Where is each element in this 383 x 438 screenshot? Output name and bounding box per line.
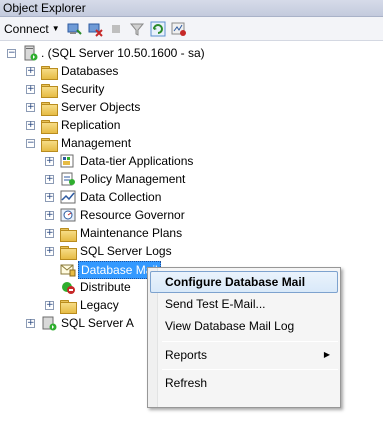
policy-management-icon <box>61 172 75 186</box>
chevron-down-icon: ▼ <box>51 24 60 33</box>
tree-node-resource-governor[interactable]: + Resource Governor <box>0 206 383 224</box>
data-tier-application-icon <box>60 154 74 168</box>
tree-node-management[interactable]: − Management <box>0 134 383 152</box>
folder-icon <box>60 226 77 242</box>
expand-icon[interactable]: + <box>26 103 35 112</box>
expand-icon[interactable]: + <box>26 67 35 76</box>
tree-node-databases[interactable]: + Databases <box>0 62 383 80</box>
tree-node-server-objects[interactable]: + Server Objects <box>0 98 383 116</box>
distributed-transaction-icon <box>62 282 75 294</box>
data-collection-icon <box>60 190 76 204</box>
context-menu: Configure Database Mail Send Test E-Mail… <box>147 267 341 408</box>
resource-governor-icon <box>60 208 76 222</box>
policy-management-label: Policy Management <box>80 172 186 186</box>
folder-icon <box>41 100 58 116</box>
management-label: Management <box>61 136 132 150</box>
server-objects-label: Server Objects <box>61 100 141 114</box>
connect-label: Connect <box>4 21 49 36</box>
collapse-icon[interactable]: − <box>26 139 35 148</box>
object-explorer-toolbar: Connect ▼ <box>0 17 383 41</box>
menu-item-view-database-mail-log[interactable]: View Database Mail Log <box>150 315 338 337</box>
connect-object-explorer-icon <box>67 23 82 35</box>
tree-node-data-collection[interactable]: + Data Collection <box>0 188 383 206</box>
disconnect-icon <box>88 23 103 37</box>
tree-node-maintenance-plans[interactable]: + Maintenance Plans <box>0 224 383 242</box>
connect-dropdown-button[interactable]: Connect ▼ <box>4 22 60 36</box>
database-mail-icon <box>60 264 76 277</box>
tree-node-server[interactable]: − . (SQL Server 10.50.1600 - sa) <box>0 44 383 62</box>
legacy-label: Legacy <box>80 298 119 312</box>
folder-icon <box>41 82 58 98</box>
tree-node-sql-server-logs[interactable]: + SQL Server Logs <box>0 242 383 260</box>
activity-monitor-icon <box>171 22 187 36</box>
folder-icon <box>60 298 77 314</box>
menu-separator <box>162 369 338 370</box>
disconnect-button[interactable] <box>86 20 105 38</box>
databases-label: Databases <box>61 64 119 78</box>
tree-node-policy-management[interactable]: + Policy Management <box>0 170 383 188</box>
expand-icon[interactable]: + <box>45 229 54 238</box>
expand-icon[interactable]: + <box>45 175 54 184</box>
window-title: Object Explorer <box>3 1 86 15</box>
folder-open-icon <box>41 136 58 152</box>
menu-item-refresh[interactable]: Refresh <box>150 372 338 394</box>
activity-monitor-button[interactable] <box>170 20 189 38</box>
folder-icon <box>60 244 77 260</box>
expand-icon[interactable]: + <box>45 301 54 310</box>
tree-node-security[interactable]: + Security <box>0 80 383 98</box>
expand-icon[interactable]: + <box>26 121 35 130</box>
folder-icon <box>41 64 58 80</box>
data-tier-label: Data-tier Applications <box>80 154 194 168</box>
refresh-icon <box>150 21 166 36</box>
tree-node-replication[interactable]: + Replication <box>0 116 383 134</box>
data-collection-label: Data Collection <box>80 190 162 204</box>
maintenance-plans-label: Maintenance Plans <box>80 226 183 240</box>
object-explorer-titlebar: Object Explorer <box>0 0 383 17</box>
menu-separator <box>162 341 338 342</box>
server-label: . (SQL Server 10.50.1600 - sa) <box>41 46 205 60</box>
stop-button[interactable] <box>107 20 126 38</box>
sql-server-agent-icon <box>42 316 57 331</box>
expand-icon[interactable]: + <box>26 319 35 328</box>
folder-icon <box>41 118 58 134</box>
filter-button[interactable] <box>128 20 147 38</box>
expand-icon[interactable]: + <box>26 85 35 94</box>
distributed-label: Distribute <box>80 280 131 294</box>
refresh-button[interactable] <box>149 20 168 38</box>
menu-item-configure-database-mail[interactable]: Configure Database Mail <box>150 271 338 293</box>
connect-object-explorer-button[interactable] <box>65 20 84 38</box>
menu-item-reports[interactable]: Reports ▶ <box>150 344 338 366</box>
expand-icon[interactable]: + <box>45 247 54 256</box>
expand-icon[interactable]: + <box>45 157 54 166</box>
tree-node-data-tier-applications[interactable]: + Data-tier Applications <box>0 152 383 170</box>
stop-icon <box>112 24 121 33</box>
submenu-arrow-icon: ▶ <box>323 350 330 359</box>
menu-item-send-test-email[interactable]: Send Test E-Mail... <box>150 293 338 315</box>
collapse-icon[interactable]: − <box>7 49 16 58</box>
filter-icon <box>130 23 145 36</box>
reports-label: Reports <box>165 348 208 362</box>
security-label: Security <box>61 82 105 96</box>
sql-server-logs-label: SQL Server Logs <box>80 244 172 258</box>
resource-governor-label: Resource Governor <box>80 208 185 222</box>
server-connected-icon <box>24 45 38 61</box>
expand-icon[interactable]: + <box>45 211 54 220</box>
expand-icon[interactable]: + <box>45 193 54 202</box>
replication-label: Replication <box>61 118 121 132</box>
sql-server-agent-label: SQL Server A <box>61 316 134 330</box>
